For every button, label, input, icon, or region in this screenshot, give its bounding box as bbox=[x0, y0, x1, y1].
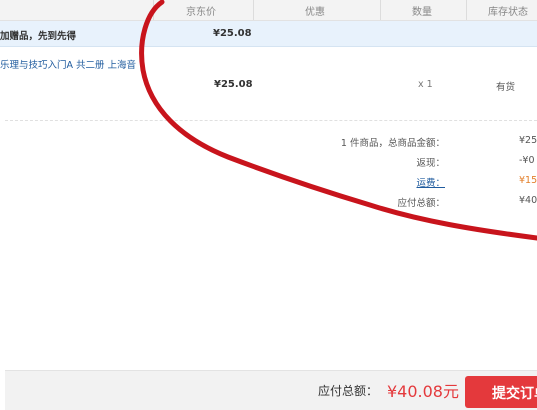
annotation-stroke bbox=[139, 0, 537, 241]
red-marker-annotation bbox=[139, 0, 537, 241]
